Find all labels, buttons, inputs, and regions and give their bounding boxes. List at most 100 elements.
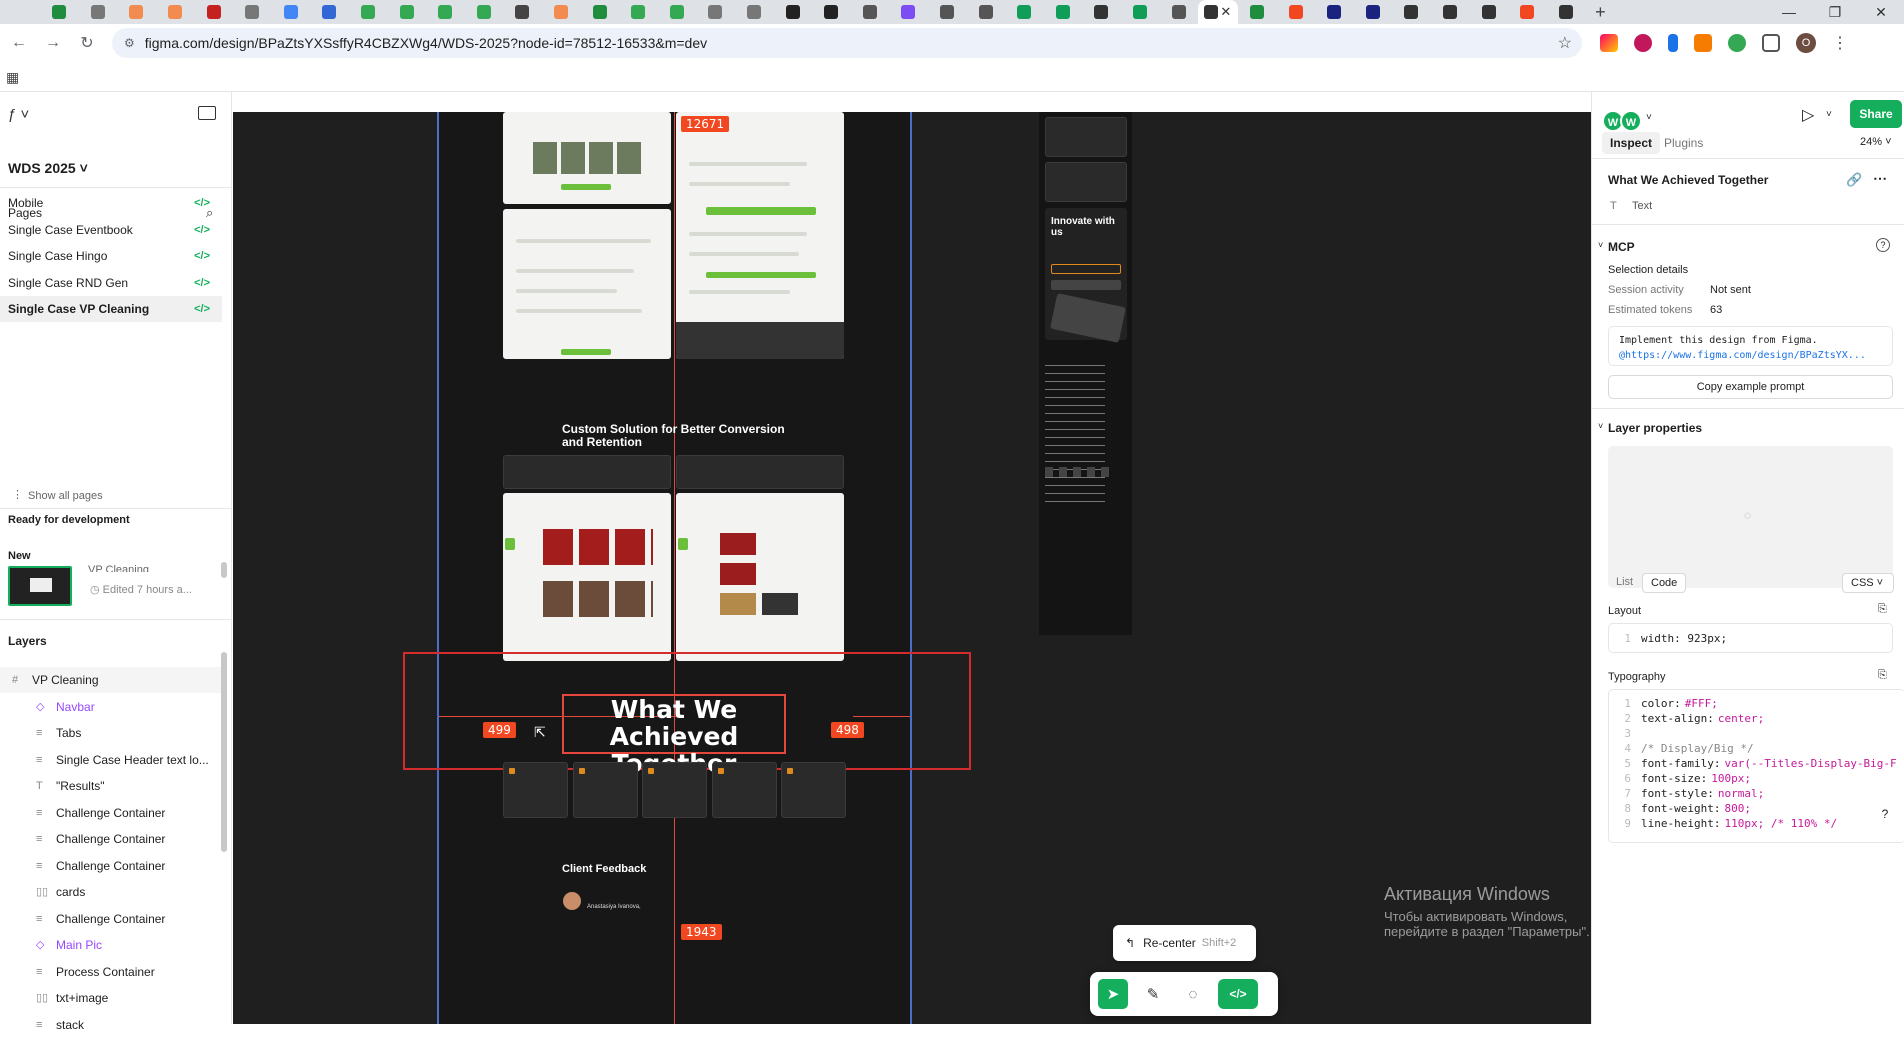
extension-icon[interactable] — [1634, 34, 1652, 52]
tab-inspect[interactable]: Inspect — [1602, 132, 1661, 154]
browser-tab[interactable] — [580, 0, 619, 24]
extension-icon[interactable] — [1694, 34, 1712, 52]
browser-tab[interactable] — [272, 0, 311, 24]
zoom-level[interactable]: 24% ˅ — [1860, 136, 1892, 148]
copy-example-prompt-button[interactable]: Copy example prompt — [1608, 375, 1893, 399]
file-name[interactable]: WDS 2025 ˅ — [8, 160, 88, 176]
browser-tab[interactable] — [1392, 0, 1431, 24]
site-info-icon[interactable]: ⚙ — [124, 36, 135, 50]
browser-tab[interactable] — [1469, 0, 1508, 24]
browser-tab[interactable] — [735, 0, 774, 24]
layer-item[interactable]: ▯▯ cards — [0, 879, 222, 905]
scrollbar[interactable] — [221, 652, 227, 852]
show-all-pages[interactable]: Show all pages — [28, 490, 103, 502]
layer-item[interactable]: ▯▯ txt+image — [0, 985, 222, 1011]
browser-tab[interactable] — [1315, 0, 1354, 24]
view-code-toggle[interactable]: Code — [1642, 573, 1687, 593]
chevron-down-icon[interactable]: ˅ — [1826, 109, 1832, 120]
browser-tab[interactable] — [1159, 0, 1198, 24]
help-icon[interactable]: ? — [1876, 238, 1890, 252]
browser-tab[interactable] — [773, 0, 812, 24]
browser-tab-active[interactable]: ✕ — [1197, 0, 1238, 24]
link-icon[interactable]: 🔗 — [1846, 172, 1862, 188]
browser-tab[interactable] — [1121, 0, 1160, 24]
browser-menu-icon[interactable]: ⋮ — [1832, 33, 1848, 53]
browser-tab[interactable] — [310, 0, 349, 24]
reload-icon[interactable]: ↻ — [72, 33, 102, 53]
layer-item[interactable]: ◇ Navbar — [0, 694, 222, 720]
new-tab-button[interactable]: + — [1595, 2, 1606, 23]
bookmark-star-icon[interactable]: ☆ — [1558, 33, 1572, 53]
browser-tab[interactable] — [1431, 0, 1470, 24]
layer-item[interactable]: ≡ Single Case Header text lo... — [0, 747, 222, 773]
browser-tab[interactable] — [503, 0, 542, 24]
url-text[interactable]: figma.com/design/BPaZtsYXSsffyR4CBZXWg4/… — [145, 35, 707, 51]
browser-tab[interactable] — [619, 0, 658, 24]
layout-code[interactable]: 1 width: 923px; — [1608, 623, 1893, 653]
extension-icon[interactable] — [1728, 34, 1746, 52]
typography-code[interactable]: 1 color: #FFF; 2 text-align: center; 3 4 /* Disp… — [1608, 689, 1904, 843]
help-icon[interactable]: ? — [1876, 807, 1894, 825]
browser-tab[interactable] — [1547, 0, 1586, 24]
ready-for-dev-header[interactable]: Ready for development — [8, 514, 130, 526]
browser-tab[interactable] — [1082, 0, 1121, 24]
browser-tab[interactable] — [40, 0, 79, 24]
collaborator-avatar[interactable]: W — [1620, 110, 1642, 132]
browser-tab[interactable] — [465, 0, 504, 24]
tab-plugins[interactable]: Plugins — [1656, 132, 1711, 154]
more-options-icon[interactable]: ⋯ — [1873, 170, 1887, 187]
browser-tab[interactable] — [1005, 0, 1044, 24]
page-item[interactable]: Single Case RND Gen </> — [0, 270, 222, 296]
browser-tab[interactable] — [156, 0, 195, 24]
browser-tab[interactable] — [1276, 0, 1315, 24]
browser-tab[interactable] — [928, 0, 967, 24]
chevron-down-icon[interactable]: ˅ — [1646, 112, 1652, 123]
apps-grid-icon[interactable]: ▦ — [6, 69, 19, 86]
copy-icon[interactable]: ⎘ — [1878, 669, 1887, 682]
forward-icon[interactable]: → — [38, 34, 68, 52]
page-item[interactable]: Mobile </> — [0, 190, 222, 216]
layer-item[interactable]: ≡ stack — [0, 1012, 222, 1038]
move-tool-icon[interactable]: ➤ — [1098, 979, 1128, 1009]
restore-button[interactable]: ❐ — [1812, 0, 1858, 24]
view-list-toggle[interactable]: List — [1608, 573, 1641, 591]
language-select[interactable]: CSS ˅ — [1842, 573, 1894, 593]
layer-item[interactable]: ◇ Main Pic — [0, 932, 222, 958]
close-window-button[interactable]: ✕ — [1858, 0, 1904, 24]
layer-item[interactable]: ≡ Challenge Container — [0, 853, 222, 879]
browser-tab[interactable] — [426, 0, 465, 24]
browser-tab[interactable] — [696, 0, 735, 24]
pen-tool-icon[interactable]: ✎ — [1138, 979, 1168, 1009]
layer-item[interactable]: ≡ Challenge Container — [0, 906, 222, 932]
chevron-down-icon[interactable]: ˅ — [1598, 240, 1603, 250]
extension-icon[interactable] — [1600, 34, 1618, 52]
browser-tab[interactable] — [117, 0, 156, 24]
figma-menu-icon[interactable]: ƒ ˅ — [8, 106, 29, 123]
browser-tab[interactable] — [966, 0, 1005, 24]
dev-mode-toggle-icon[interactable]: </> — [1218, 979, 1258, 1009]
chevron-down-icon[interactable]: ˅ — [1598, 421, 1603, 431]
browser-tab[interactable] — [1043, 0, 1082, 24]
recent-item-title[interactable]: VP Cleaning — [88, 564, 149, 572]
extension-icon[interactable] — [1668, 34, 1678, 52]
browser-tab[interactable] — [658, 0, 697, 24]
extensions-puzzle-icon[interactable] — [1762, 34, 1780, 52]
comment-tool-icon[interactable]: ◌ — [1178, 979, 1208, 1009]
browser-tab[interactable] — [194, 0, 233, 24]
layer-properties-header[interactable]: Layer properties — [1608, 421, 1702, 435]
recenter-button[interactable]: ↰ Re-center Shift+2 — [1113, 925, 1256, 961]
browser-tab[interactable] — [889, 0, 928, 24]
layer-item[interactable]: ≡ Process Container — [0, 959, 222, 985]
mcp-header[interactable]: MCP — [1608, 240, 1635, 254]
browser-tab[interactable] — [850, 0, 889, 24]
recent-thumbnail[interactable] — [8, 566, 72, 606]
copy-icon[interactable]: ⎘ — [1878, 603, 1887, 616]
url-field[interactable]: ⚙ figma.com/design/BPaZtsYXSsffyR4CBZXWg… — [112, 28, 1582, 58]
layer-item[interactable]: ≡ Challenge Container — [0, 826, 222, 852]
browser-tab[interactable] — [387, 0, 426, 24]
browser-tab[interactable] — [542, 0, 581, 24]
minimize-button[interactable]: — — [1766, 0, 1812, 24]
page-item[interactable]: Single Case VP Cleaning </> — [0, 296, 222, 322]
profile-avatar[interactable]: O — [1796, 33, 1816, 53]
browser-tab[interactable] — [79, 0, 118, 24]
